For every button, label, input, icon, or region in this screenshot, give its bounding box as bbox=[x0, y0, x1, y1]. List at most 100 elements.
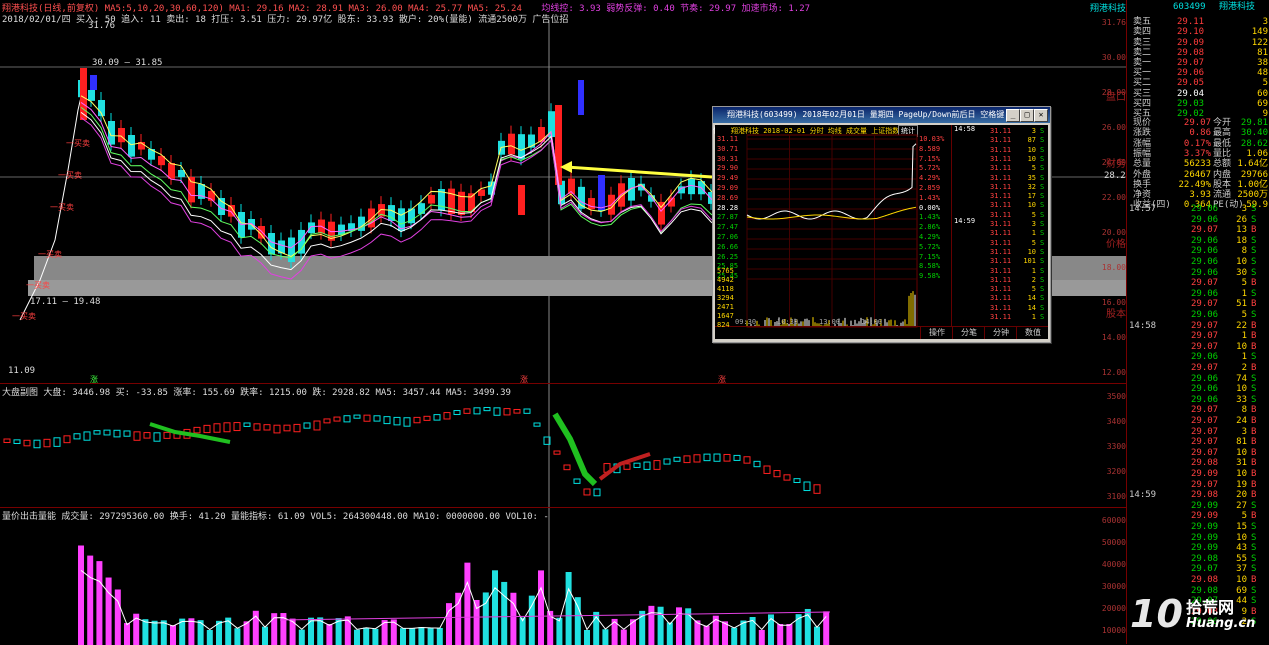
bids-label: 买一 bbox=[1133, 68, 1152, 78]
stat-label: 净资 bbox=[1133, 190, 1152, 201]
trade-side: B bbox=[1251, 511, 1257, 522]
close-icon[interactable]: ✕ bbox=[1034, 109, 1048, 122]
trade-side: S bbox=[1251, 564, 1257, 575]
trade-price: 29.07 bbox=[1191, 426, 1219, 437]
index-candle bbox=[23, 439, 31, 447]
popup-trade-vol: 5 bbox=[1031, 238, 1036, 247]
popup-trade-vol: 101 bbox=[1023, 257, 1036, 266]
trade-row: 29.08 55 S bbox=[1127, 554, 1269, 564]
volume-subchart[interactable]: 量价出击量能 成交量: 297295360.00 换手: 41.20 量能指标:… bbox=[0, 507, 1126, 645]
popup-trade-side: S bbox=[1040, 210, 1045, 219]
trade-side: S bbox=[1251, 235, 1257, 246]
volume-bar bbox=[114, 589, 121, 645]
index-candle bbox=[133, 431, 141, 441]
left-axis-tick: 29.49 bbox=[717, 174, 739, 183]
trade-price: 29.07 bbox=[1191, 331, 1219, 342]
maximize-icon[interactable]: □ bbox=[1020, 109, 1034, 122]
vol-axis-tick: 4118 bbox=[717, 285, 734, 293]
popup-trade-price: 31.11 bbox=[990, 210, 1012, 219]
trade-price: 29.08 bbox=[1191, 575, 1219, 585]
popup-body: 翔港科技 2018-02-01 分时 均线 成交量 上证指数 统计 14:58 1… bbox=[715, 125, 1048, 339]
trade-price: 29.06 bbox=[1191, 310, 1219, 320]
popup-titlebar[interactable]: 翔港科技(603499) 2018年02月01日 量期四 PageUp/Down… bbox=[713, 107, 1050, 135]
index-candle bbox=[93, 430, 101, 435]
bids-volume: 69 bbox=[1257, 98, 1268, 109]
stat-row: 总量 56233 总额 1.64亿 bbox=[1127, 159, 1269, 169]
trade-row: 29.08 31 B bbox=[1127, 458, 1269, 468]
watermark-number: 10 bbox=[1130, 592, 1183, 636]
pct-axis-tick: 2.86% bbox=[919, 223, 941, 232]
trade-price: 29.07 bbox=[1191, 363, 1219, 373]
pct-axis-tick: 4.29% bbox=[919, 233, 941, 241]
index-candle bbox=[283, 424, 291, 432]
volume-bar bbox=[823, 611, 830, 645]
popup-tab-2[interactable]: 分钟 bbox=[984, 327, 1017, 339]
popup-trade-price: 31.11 bbox=[990, 127, 1012, 135]
trade-side: B bbox=[1251, 437, 1257, 448]
trade-volume: 26 bbox=[1236, 214, 1247, 225]
popup-trade-side: S bbox=[1040, 313, 1045, 321]
index-candle bbox=[453, 410, 461, 416]
trade-time: 14:57 bbox=[1129, 204, 1157, 214]
blue-candle bbox=[90, 75, 97, 90]
asks-volume: 81 bbox=[1257, 47, 1268, 58]
side-tag: 价格 bbox=[1106, 239, 1126, 250]
volume-bar bbox=[584, 629, 590, 645]
minimize-icon[interactable]: _ bbox=[1006, 109, 1020, 122]
trade-row: 29.09 43 S bbox=[1127, 543, 1269, 553]
popup-trade-price: 31.11 bbox=[990, 285, 1012, 294]
popup-trade-vol: 35 bbox=[1027, 173, 1036, 182]
trade-side: B bbox=[1251, 416, 1257, 426]
asks-price: 29.11 bbox=[1177, 17, 1205, 27]
index-candle bbox=[433, 414, 441, 421]
popup-tab-0[interactable]: 操作 bbox=[920, 327, 953, 339]
trade-price: 29.07 bbox=[1191, 479, 1219, 490]
popup-trade-vol: 5 bbox=[1031, 164, 1036, 173]
index-candle bbox=[313, 420, 321, 431]
intraday-popup-window[interactable]: 翔港科技(603499) 2018年02月01日 量期四 PageUp/Down… bbox=[712, 106, 1051, 343]
popup-tab-3[interactable]: 数值 bbox=[1016, 327, 1049, 339]
index-candle bbox=[683, 455, 691, 464]
pct-axis-tick: 7.15% bbox=[919, 154, 941, 163]
trade-volume: 15 bbox=[1236, 522, 1247, 532]
trade-row: 14:58 29.07 22 B bbox=[1127, 321, 1269, 331]
bids-price: 29.05 bbox=[1177, 78, 1205, 89]
stat-label: 现价 bbox=[1133, 118, 1152, 128]
side-tag: 股本 bbox=[1106, 309, 1126, 320]
axis-tick: 20000 bbox=[1101, 604, 1126, 613]
axis-tick: 3200 bbox=[1106, 467, 1126, 476]
trade-side: B bbox=[1251, 299, 1257, 310]
trade-row: 29.06 1 S bbox=[1127, 352, 1269, 362]
stat-label-2: 量比 bbox=[1213, 148, 1232, 159]
pct-axis-tick: 5.72% bbox=[919, 242, 941, 251]
bids-row: 买四 29.03 69 bbox=[1127, 99, 1269, 109]
stat-value: 0.17% bbox=[1183, 138, 1211, 149]
trade-price: 29.06 bbox=[1191, 204, 1219, 214]
trade-side: B bbox=[1251, 341, 1257, 352]
marker-2: 一买卖 bbox=[58, 171, 82, 180]
index-subchart[interactable]: 大盘副图 大盘: 3446.98 买: -33.85 涨率: 155.69 跌率… bbox=[0, 383, 1126, 508]
index-candle bbox=[593, 488, 601, 497]
trade-side: S bbox=[1251, 288, 1257, 299]
volume-bar bbox=[602, 629, 609, 645]
red-candle-big bbox=[80, 68, 87, 120]
stat-label-2: 总额 bbox=[1213, 159, 1232, 170]
trade-volume: 81 bbox=[1236, 437, 1247, 448]
index-candle bbox=[263, 424, 271, 431]
trade-row: 14:57 29.06 3 S bbox=[1127, 204, 1269, 214]
popup-trade-vol: 1 bbox=[1031, 229, 1036, 238]
popup-trade-vol: 87 bbox=[1027, 136, 1036, 145]
volume-bar bbox=[703, 625, 710, 645]
stat-value: 3.93 bbox=[1189, 190, 1211, 201]
popup-trade-price: 31.11 bbox=[990, 145, 1012, 154]
index-candle bbox=[3, 438, 11, 444]
popup-trade-side: S bbox=[1040, 220, 1045, 228]
volume-bar bbox=[96, 561, 103, 645]
pct-axis-tick: 0.00% bbox=[919, 203, 941, 212]
blue-candle-2 bbox=[578, 80, 584, 115]
trade-side: B bbox=[1251, 469, 1257, 479]
asks-volume: 3 bbox=[1262, 17, 1268, 27]
volume-bar bbox=[105, 577, 112, 645]
popup-tab-1[interactable]: 分笔 bbox=[952, 327, 985, 339]
index-candle bbox=[383, 416, 391, 425]
